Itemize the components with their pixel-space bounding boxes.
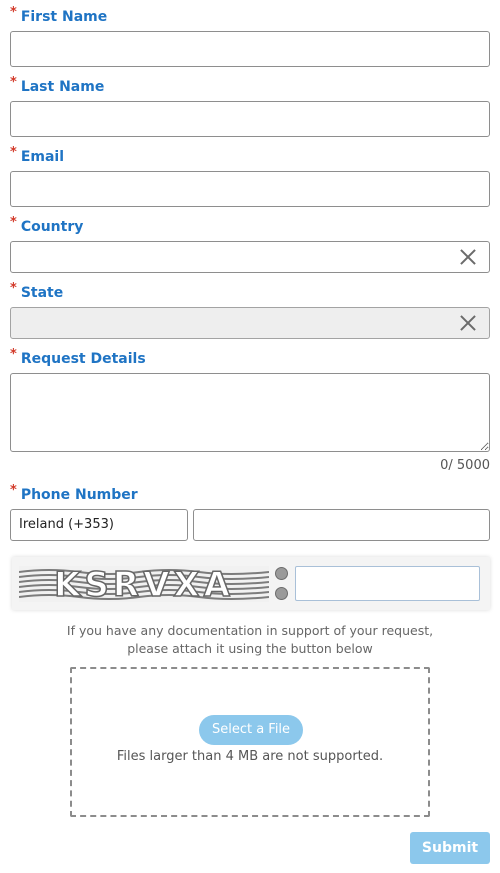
first-name-field[interactable]: [10, 31, 490, 67]
state-label: * State: [10, 281, 64, 302]
phone-country-code-select[interactable]: Ireland (+353): [10, 509, 188, 541]
required-mark: *: [10, 215, 17, 230]
phone-number-field[interactable]: [193, 509, 490, 541]
captcha-text: KSRVXA: [54, 566, 234, 602]
country-select[interactable]: [10, 241, 490, 273]
state-select[interactable]: [10, 307, 490, 339]
select-file-button[interactable]: Select a File: [199, 715, 303, 745]
audio-icon[interactable]: [275, 587, 288, 600]
required-mark: *: [10, 145, 17, 160]
refresh-icon[interactable]: [275, 567, 288, 580]
email-field[interactable]: [10, 171, 490, 207]
clear-icon[interactable]: [460, 315, 476, 331]
country-label-text: Country: [20, 219, 84, 235]
request-details-textarea[interactable]: [10, 373, 490, 452]
last-name-label-text: Last Name: [20, 79, 105, 95]
required-mark: *: [10, 5, 17, 20]
first-name-label-text: First Name: [20, 9, 108, 25]
phone-number-label: * Phone Number: [10, 483, 138, 504]
last-name-field[interactable]: [10, 101, 490, 137]
first-name-label: * First Name: [10, 5, 108, 26]
captcha-panel: KSRVXA: [12, 557, 490, 610]
country-label: * Country: [10, 215, 84, 236]
captcha-input[interactable]: [295, 566, 480, 601]
file-drop-zone[interactable]: Select a File Files larger than 4 MB are…: [70, 667, 430, 817]
required-mark: *: [10, 75, 17, 90]
file-size-note: Files larger than 4 MB are not supported…: [116, 749, 384, 764]
submit-button[interactable]: Submit: [410, 832, 490, 864]
clear-icon[interactable]: [460, 249, 476, 265]
email-label-text: Email: [20, 149, 65, 165]
request-details-label-text: Request Details: [20, 351, 146, 367]
captcha-image: KSRVXA: [19, 566, 269, 602]
attachment-note-line2: please attach it using the button below: [127, 641, 373, 656]
last-name-label: * Last Name: [10, 75, 105, 96]
required-mark: *: [10, 483, 17, 498]
required-mark: *: [10, 281, 17, 296]
character-counter: 0/ 5000: [440, 458, 490, 473]
email-label: * Email: [10, 145, 65, 166]
state-label-text: State: [20, 285, 64, 301]
request-details-label: * Request Details: [10, 347, 146, 368]
required-mark: *: [10, 347, 17, 362]
phone-number-label-text: Phone Number: [20, 487, 138, 503]
attachment-note-line1: If you have any documentation in support…: [66, 623, 434, 638]
